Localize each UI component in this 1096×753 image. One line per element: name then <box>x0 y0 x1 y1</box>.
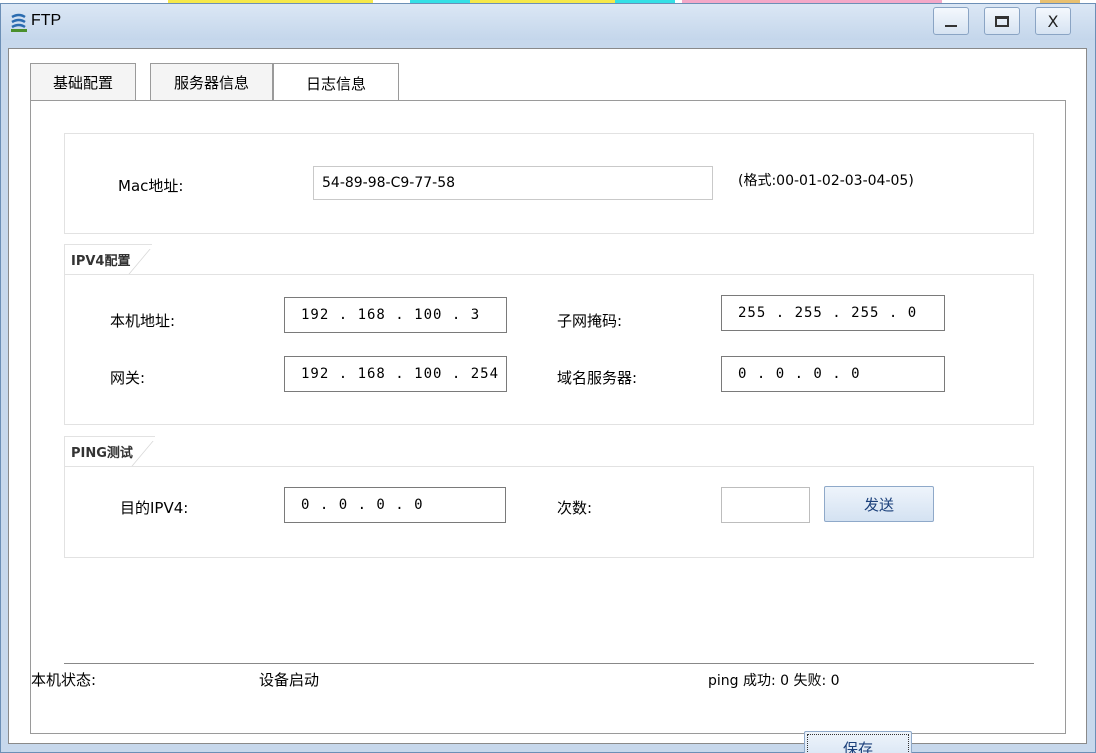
ipv4-group: 本机地址: 192 . 168 . 100 . 3 子网掩码: 255 . 25… <box>64 274 1034 425</box>
mac-address-input[interactable]: 54-89-98-C9-77-58 <box>313 166 713 200</box>
mac-label: Mac地址: <box>118 177 184 195</box>
host-address-value: 192 . 168 . 100 . 3 <box>301 307 481 323</box>
count-input[interactable] <box>721 487 810 523</box>
subnet-mask-label: 子网掩码: <box>557 312 623 330</box>
ping-legend: PING测试 <box>64 436 155 466</box>
host-address-input[interactable]: 192 . 168 . 100 . 3 <box>284 297 507 333</box>
save-button[interactable]: 保存 <box>804 731 912 753</box>
tab-panel: Mac地址: 54-89-98-C9-77-58 (格式:00-01-02-03… <box>30 100 1066 753</box>
dest-ipv4-input[interactable]: 0 . 0 . 0 . 0 <box>284 487 506 523</box>
title-bar[interactable]: FTP X <box>1 4 1095 40</box>
window-title: FTP <box>31 12 62 29</box>
close-icon: X <box>1047 11 1059 31</box>
mac-group: Mac地址: 54-89-98-C9-77-58 (格式:00-01-02-03… <box>64 133 1034 234</box>
dest-ipv4-label: 目的IPV4: <box>120 499 189 517</box>
dns-server-value: 0 . 0 . 0 . 0 <box>738 366 861 382</box>
tab-label: 日志信息 <box>305 74 366 93</box>
status-divider <box>64 663 1034 664</box>
ftp-window: FTP X 基础配置 服务器信息 日志信息 Mac地址: 54-89-98-C9… <box>0 3 1096 753</box>
tab-log-info[interactable]: 日志信息 <box>273 63 399 102</box>
device-status-value: 设备启动 <box>259 671 320 689</box>
gateway-value: 192 . 168 . 100 . 254 <box>301 366 500 382</box>
close-button[interactable]: X <box>1035 7 1071 35</box>
client-area: 基础配置 服务器信息 日志信息 Mac地址: 54-89-98-C9-77-58… <box>8 48 1087 753</box>
tab-server-info[interactable]: 服务器信息 <box>150 63 273 101</box>
maximize-button[interactable] <box>984 7 1020 35</box>
device-status-label: 本机状态: <box>31 671 97 689</box>
ping-legend-text: PING测试 <box>71 446 133 461</box>
dns-server-input[interactable]: 0 . 0 . 0 . 0 <box>721 356 945 392</box>
subnet-mask-input[interactable]: 255 . 255 . 255 . 0 <box>721 295 945 331</box>
minimize-button[interactable] <box>933 7 969 35</box>
ping-group: 目的IPV4: 0 . 0 . 0 . 0 次数: 发送 <box>64 466 1034 558</box>
gateway-input[interactable]: 192 . 168 . 100 . 254 <box>284 356 507 392</box>
maximize-icon <box>995 15 1009 27</box>
ping-result: ping 成功: 0 失败: 0 <box>708 673 840 689</box>
host-address-label: 本机地址: <box>110 312 176 330</box>
send-label: 发送 <box>863 495 894 514</box>
count-label: 次数: <box>557 499 593 517</box>
mac-format-hint: (格式:00-01-02-03-04-05) <box>738 173 914 189</box>
dns-server-label: 域名服务器: <box>557 369 638 387</box>
app-icon <box>11 13 27 32</box>
subnet-mask-value: 255 . 255 . 255 . 0 <box>738 305 918 321</box>
tab-label: 服务器信息 <box>173 74 249 92</box>
tab-basic-config[interactable]: 基础配置 <box>30 63 136 101</box>
send-button[interactable]: 发送 <box>824 486 934 522</box>
ipv4-legend-text: IPV4配置 <box>71 254 131 269</box>
dest-ipv4-value: 0 . 0 . 0 . 0 <box>301 497 424 513</box>
save-label: 保存 <box>842 739 873 753</box>
minimize-icon <box>945 25 957 27</box>
gateway-label: 网关: <box>110 369 146 387</box>
ipv4-legend: IPV4配置 <box>64 244 153 274</box>
tab-label: 基础配置 <box>52 74 113 92</box>
mac-address-value: 54-89-98-C9-77-58 <box>322 175 456 191</box>
